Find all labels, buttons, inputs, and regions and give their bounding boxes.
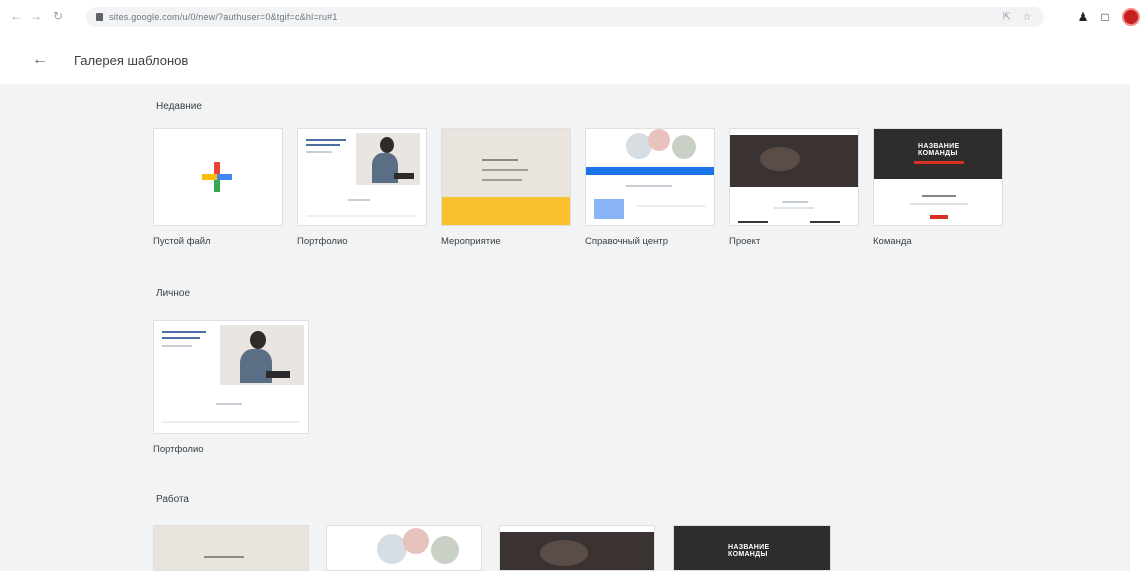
template-label: Портфолио (297, 236, 348, 247)
template-tile-event[interactable]: Мероприятие (441, 128, 571, 247)
section-title-recent: Недавние (156, 101, 202, 112)
template-label: Справочный центр (585, 236, 669, 247)
template-tile-project[interactable] (499, 525, 655, 571)
template-label: Пустой файл (153, 236, 211, 247)
template-thumbnail[interactable] (153, 128, 283, 226)
template-tile-team[interactable]: НАЗВАНИЕ КОМАНДЫ (673, 525, 831, 571)
template-label: Портфолио (153, 444, 204, 455)
app-header: ← Галерея шаблонов (0, 40, 1140, 84)
template-thumbnail[interactable] (153, 320, 309, 434)
template-tile-help-center[interactable] (326, 525, 482, 571)
address-bar[interactable]: sites.google.com/u/0/new/?authuser=0&tgi… (86, 7, 1044, 27)
extensions-icon[interactable]: ♟ (1076, 10, 1090, 24)
team-thumb-title: НАЗВАНИЕ КОМАНДЫ (918, 143, 960, 157)
back-arrow-icon[interactable]: ← (30, 50, 50, 70)
template-label: Команда (873, 236, 912, 247)
url-text: sites.google.com/u/0/new/?authuser=0&tgi… (109, 12, 338, 22)
section-title-work: Работа (156, 494, 189, 505)
template-thumbnail[interactable] (297, 128, 427, 226)
template-label: Мероприятие (441, 236, 501, 247)
photo (220, 325, 304, 385)
template-thumbnail[interactable]: НАЗВАНИЕ КОМАНДЫ (873, 128, 1003, 226)
forward-icon[interactable]: → (28, 8, 44, 24)
template-tile-portfolio[interactable]: Портфолио (297, 128, 427, 247)
template-thumbnail[interactable] (729, 128, 859, 226)
back-icon[interactable]: ← (8, 8, 24, 24)
template-thumbnail[interactable]: НАЗВАНИЕ КОМАНДЫ (673, 525, 831, 571)
template-thumbnail[interactable] (585, 128, 715, 226)
template-gallery: Недавние Пустой файл Портфолио Мероприят… (0, 84, 1130, 571)
reload-icon[interactable]: ↻ (50, 8, 66, 24)
template-tile-event[interactable] (153, 525, 309, 571)
template-thumbnail[interactable] (326, 525, 482, 571)
side-panel-icon[interactable]: □ (1098, 10, 1112, 24)
section-title-personal: Личное (156, 288, 191, 299)
browser-toolbar: ← → ↻ sites.google.com/u/0/new/?authuser… (0, 0, 1140, 36)
team-thumb-title: НАЗВАНИЕ КОМАНДЫ (728, 544, 770, 558)
page-title: Галерея шаблонов (74, 53, 189, 68)
share-icon[interactable]: ⇱ (1000, 10, 1014, 24)
profile-avatar[interactable] (1122, 8, 1140, 26)
template-tile-help-center[interactable]: Справочный центр (585, 128, 715, 247)
template-tile-blank[interactable]: Пустой файл (153, 128, 283, 247)
star-icon[interactable]: ☆ (1020, 10, 1034, 24)
photo (356, 133, 420, 185)
template-thumbnail[interactable] (153, 525, 309, 571)
template-tile-team[interactable]: НАЗВАНИЕ КОМАНДЫ Команда (873, 128, 1003, 247)
template-thumbnail[interactable] (441, 128, 571, 226)
template-thumbnail[interactable] (499, 525, 655, 571)
template-tile-project[interactable]: Проект (729, 128, 859, 247)
template-tile-portfolio[interactable]: Портфолио (153, 320, 309, 455)
template-label: Проект (729, 236, 761, 247)
lock-icon (96, 13, 103, 21)
